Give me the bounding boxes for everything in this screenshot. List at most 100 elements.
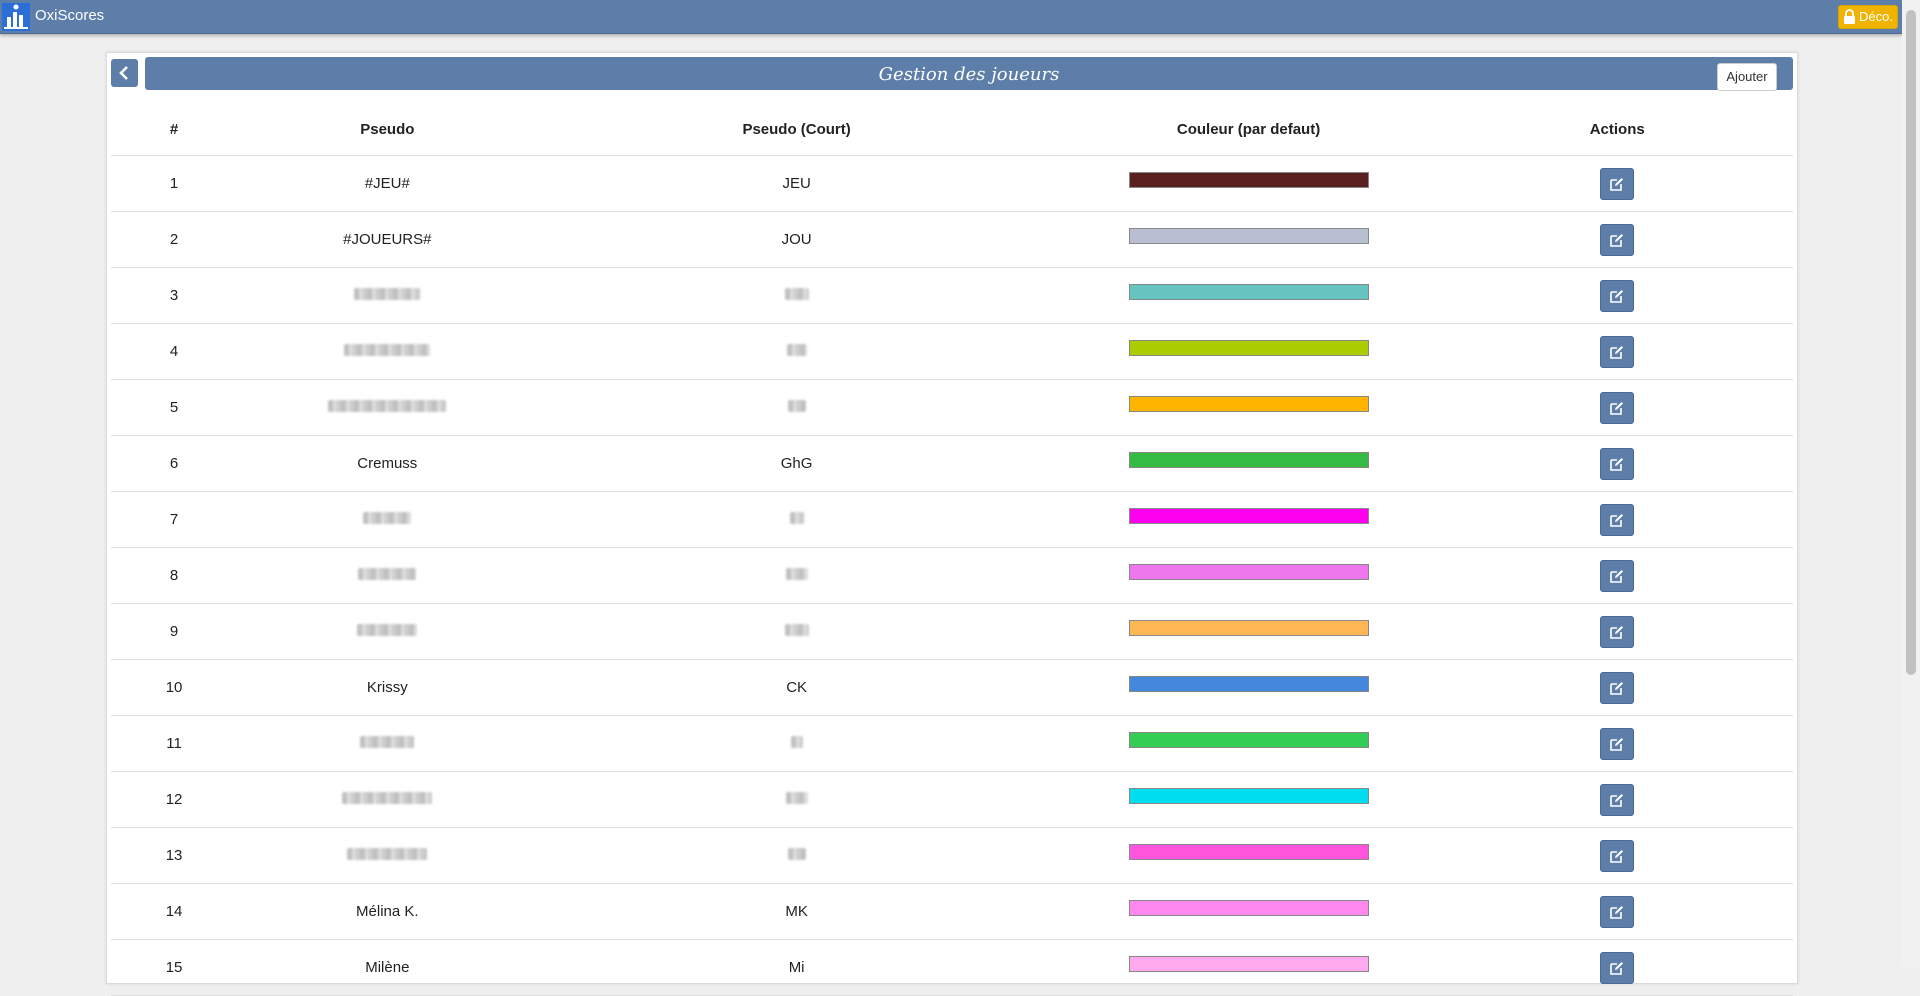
color-swatch [1128,396,1369,413]
row-number: 7 [111,491,238,548]
edit-player-button[interactable] [1600,896,1635,928]
row-color [1055,883,1442,940]
add-player-button[interactable]: Ajouter [1717,63,1777,91]
page-scrollbar[interactable] [1902,0,1920,967]
row-pseudo-short [537,491,1056,548]
edit-icon [1610,682,1624,695]
row-number: 6 [111,435,238,492]
row-color [1055,379,1442,436]
redacted-pseudo-short [784,288,809,300]
header-pseudo: Pseudo [237,103,538,156]
color-swatch [1128,228,1369,245]
edit-player-button[interactable] [1600,784,1635,816]
redacted-pseudo-short [787,848,806,860]
row-pseudo-short: MK [537,883,1056,940]
row-pseudo [237,603,538,660]
row-color [1055,435,1442,492]
edit-icon [1610,346,1624,359]
row-actions [1441,659,1793,716]
color-swatch [1128,844,1369,861]
edit-player-button[interactable] [1600,504,1635,536]
redacted-pseudo [360,736,415,748]
row-pseudo-short [537,715,1056,772]
row-color [1055,267,1442,324]
edit-player-button[interactable] [1600,448,1635,480]
edit-icon [1610,178,1624,191]
row-color [1055,715,1442,772]
row-actions [1441,267,1793,324]
row-actions [1441,883,1793,940]
edit-player-button[interactable] [1600,168,1635,200]
back-button[interactable] [111,59,138,87]
edit-player-button[interactable] [1600,224,1635,256]
scrollbar-thumb[interactable] [1906,10,1916,675]
page-title: Gestion des joueurs [878,64,1060,85]
redacted-pseudo-short [790,736,803,748]
color-swatch [1128,900,1369,917]
row-color [1055,323,1442,380]
row-pseudo-short [537,547,1056,604]
header-number: # [111,103,238,156]
row-color [1055,211,1442,268]
row-number: 11 [111,715,238,772]
redacted-pseudo [363,512,412,524]
edit-icon [1610,850,1624,863]
table-row: 12 [111,771,1793,828]
row-color [1055,155,1442,212]
lock-icon [1844,9,1856,24]
table-row: 2 #JOUEURS# JOU [111,211,1793,268]
color-swatch [1128,452,1369,469]
row-number: 14 [111,883,238,940]
row-number: 2 [111,211,238,268]
edit-player-button[interactable] [1600,280,1635,312]
edit-icon [1610,906,1624,919]
row-actions [1441,379,1793,436]
edit-player-button[interactable] [1600,392,1635,424]
color-swatch [1128,788,1369,805]
row-number: 9 [111,603,238,660]
edit-icon [1610,738,1624,751]
edit-player-button[interactable] [1600,672,1635,704]
row-pseudo-short: Mi [537,939,1056,996]
row-color [1055,827,1442,884]
row-actions [1441,771,1793,828]
row-pseudo [237,715,538,772]
edit-icon [1610,962,1624,975]
edit-player-button[interactable] [1600,728,1635,760]
row-pseudo-short [537,827,1056,884]
row-color [1055,659,1442,716]
edit-icon [1610,234,1624,247]
redacted-pseudo-short [784,624,809,636]
edit-icon [1610,794,1624,807]
header-pseudo-short: Pseudo (Court) [537,103,1056,156]
players-table: # Pseudo Pseudo (Court) Couleur (par def… [111,103,1793,996]
panel-header: Gestion des joueurs Ajouter [145,57,1793,91]
row-pseudo-short [537,771,1056,828]
row-pseudo-short: JEU [537,155,1056,212]
table-row: 7 [111,491,1793,548]
chart-logo-icon[interactable] [2,3,30,31]
logout-button[interactable]: Déco. [1838,5,1898,29]
edit-player-button[interactable] [1600,840,1635,872]
app-title[interactable]: OxiScores [35,7,104,24]
redacted-pseudo [357,624,418,636]
edit-player-button[interactable] [1600,616,1635,648]
header-actions: Actions [1441,103,1793,156]
table-row: 6 Cremuss GhG [111,435,1793,492]
redacted-pseudo [358,568,417,580]
table-header-row: # Pseudo Pseudo (Court) Couleur (par def… [111,103,1793,156]
color-swatch [1128,340,1369,357]
row-actions [1441,547,1793,604]
row-pseudo-short: CK [537,659,1056,716]
color-swatch [1128,732,1369,749]
edit-player-button[interactable] [1600,560,1635,592]
row-actions [1441,603,1793,660]
row-color [1055,603,1442,660]
row-pseudo-short [537,323,1056,380]
row-number: 12 [111,771,238,828]
row-pseudo [237,491,538,548]
row-actions [1441,939,1793,996]
edit-player-button[interactable] [1600,336,1635,368]
redacted-pseudo-short [786,344,807,356]
edit-player-button[interactable] [1600,952,1635,984]
